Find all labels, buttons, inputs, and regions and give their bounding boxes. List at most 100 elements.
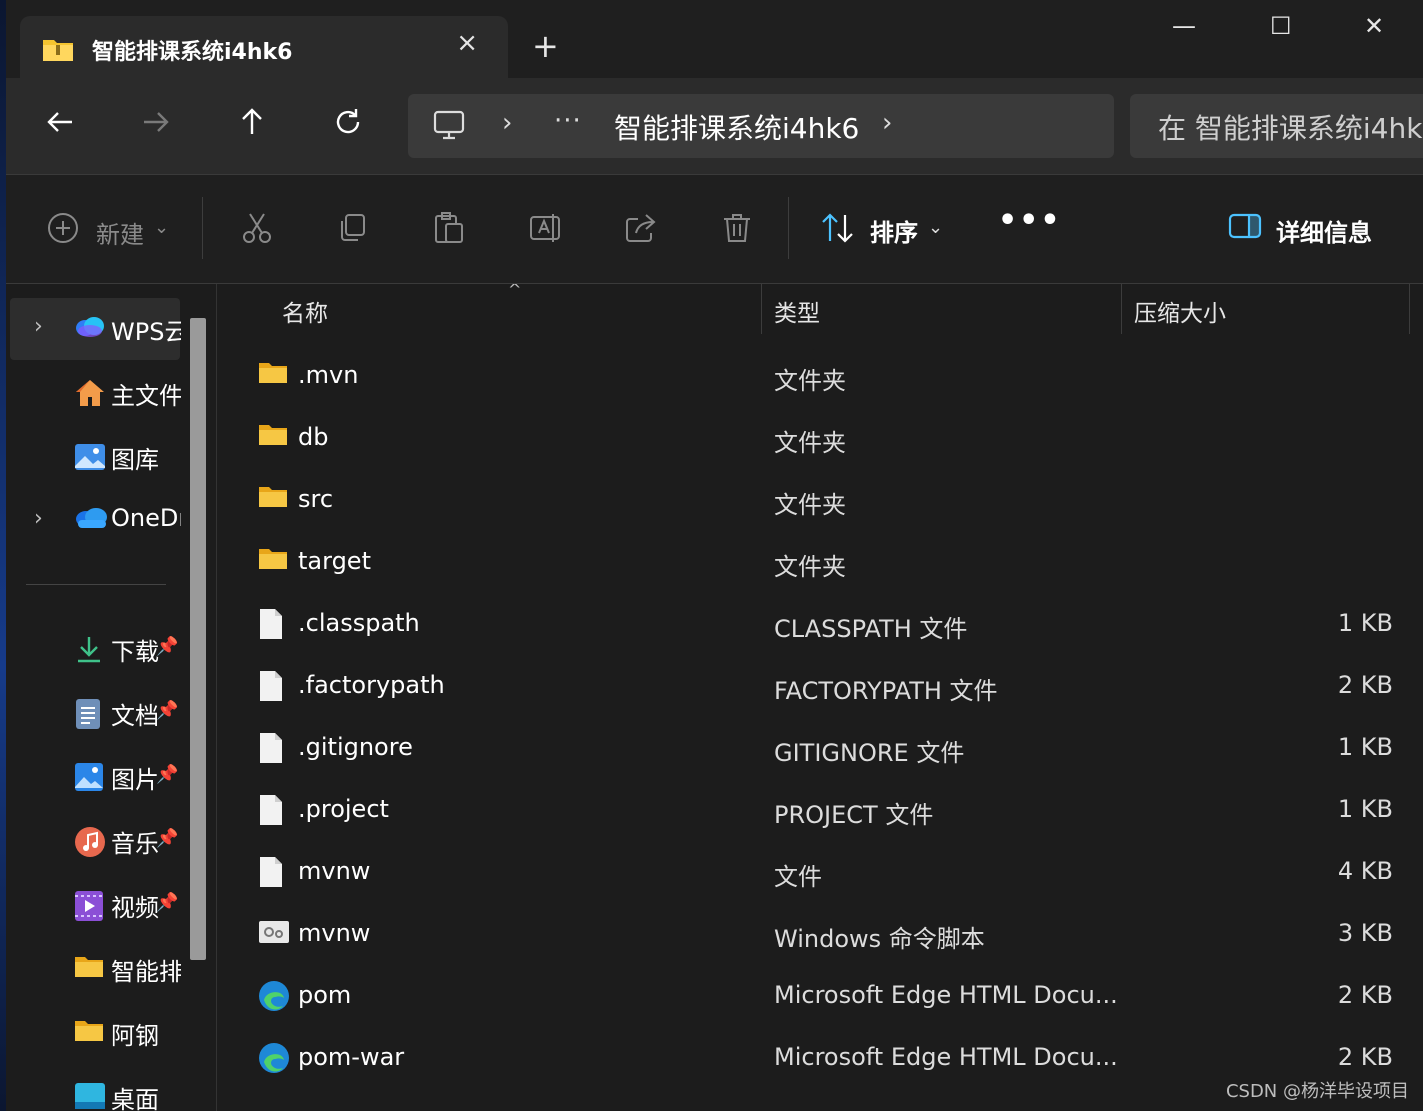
copy-icon[interactable]: [336, 211, 370, 249]
table-row[interactable]: db 文件夹: [218, 408, 1423, 470]
forward-arrow-icon[interactable]: [140, 106, 180, 146]
more-options-button[interactable]: •••: [998, 203, 1062, 238]
tab-title: 智能排课系统i4hk6: [92, 40, 293, 65]
file-type: Microsoft Edge HTML Docu...: [774, 1043, 1118, 1071]
tab-active[interactable]: 智能排课系统i4hk6 ×: [20, 16, 508, 78]
command-bar: 新建 ⌄ 排序 ⌄ ••• 详细信息: [6, 175, 1423, 283]
sort-icon[interactable]: [820, 211, 856, 249]
details-button[interactable]: 详细信息: [1276, 213, 1372, 248]
close-window-button[interactable]: ✕: [1364, 12, 1384, 40]
up-arrow-icon[interactable]: [236, 106, 276, 146]
sidebar-item-music[interactable]: 音乐 📌: [10, 810, 180, 872]
file-name: .gitignore: [298, 733, 413, 761]
new-button[interactable]: 新建: [96, 215, 144, 250]
maximize-button[interactable]: ☐: [1270, 12, 1292, 40]
new-plus-icon[interactable]: [46, 211, 80, 249]
sidebar-item-documents[interactable]: 文档 📌: [10, 682, 180, 744]
breadcrumb-chevron-icon[interactable]: ›: [882, 108, 892, 138]
file-size: 1 KB: [1337, 733, 1393, 761]
rename-icon[interactable]: [528, 211, 562, 249]
file-icon: [258, 794, 284, 830]
cut-icon[interactable]: [240, 211, 274, 249]
file-type: 文件: [774, 863, 822, 891]
sidebar-scrollbar[interactable]: [190, 318, 206, 960]
column-separator[interactable]: [1121, 284, 1122, 334]
file-icon: [258, 608, 284, 644]
back-arrow-icon[interactable]: [44, 106, 84, 146]
address-bar[interactable]: › ··· 智能排课系统i4hk6 ›: [408, 94, 1114, 158]
table-row[interactable]: target 文件夹: [218, 532, 1423, 594]
pane-divider[interactable]: [216, 284, 217, 1111]
file-name: mvnw: [298, 919, 371, 947]
download-icon: [74, 634, 104, 668]
sidebar-item-agang[interactable]: 阿钢: [10, 1002, 180, 1064]
pin-icon: 📌: [156, 764, 179, 785]
expand-chevron-icon[interactable]: ›: [34, 506, 43, 531]
file-icon: [258, 732, 284, 768]
file-name: pom-war: [298, 1043, 405, 1071]
minimize-button[interactable]: —: [1172, 12, 1196, 40]
chevron-down-icon[interactable]: ⌄: [154, 217, 169, 238]
sidebar-item-gallery[interactable]: 图库: [10, 426, 180, 488]
file-size: 2 KB: [1337, 671, 1393, 699]
chevron-down-icon[interactable]: ⌄: [928, 217, 943, 238]
sidebar-item-onedrive[interactable]: › OneDrive: [10, 490, 181, 552]
table-row[interactable]: src 文件夹: [218, 470, 1423, 532]
sidebar-item-home[interactable]: 主文件夹: [10, 362, 181, 424]
file-type: GITIGNORE 文件: [774, 739, 965, 767]
table-row[interactable]: .classpath CLASSPATH 文件 1 KB: [218, 594, 1423, 656]
new-tab-button[interactable]: +: [532, 26, 559, 66]
breadcrumb-chevron-icon[interactable]: ›: [502, 108, 512, 138]
share-icon[interactable]: [624, 211, 658, 249]
tab-close-icon[interactable]: ×: [456, 28, 478, 58]
refresh-icon[interactable]: [332, 106, 372, 146]
file-size: 2 KB: [1337, 981, 1393, 1009]
file-type: PROJECT 文件: [774, 801, 934, 829]
expand-chevron-icon[interactable]: ›: [34, 314, 43, 339]
sidebar-item-pictures[interactable]: 图片 📌: [10, 746, 180, 808]
folder-icon: [258, 360, 288, 388]
document-icon: [74, 698, 102, 734]
file-size: 1 KB: [1337, 609, 1393, 637]
table-row[interactable]: .mvn 文件夹: [218, 346, 1423, 408]
sidebar-item-project-folder[interactable]: 智能排课系统i4hk6: [10, 938, 181, 1000]
file-name: db: [298, 423, 329, 451]
column-header-name[interactable]: 名称: [282, 294, 328, 328]
file-type: 文件夹: [774, 429, 846, 457]
table-row[interactable]: mvnw 文件 4 KB: [218, 842, 1423, 904]
table-row[interactable]: .factorypath FACTORYPATH 文件 2 KB: [218, 656, 1423, 718]
sidebar-item-label: 智能排课系统i4hk6: [111, 958, 181, 986]
breadcrumb-current-folder[interactable]: 智能排课系统i4hk6: [614, 107, 859, 147]
sidebar-item-desktop[interactable]: 桌面: [10, 1066, 180, 1111]
folder-icon: [74, 1018, 104, 1046]
file-icon: [258, 856, 284, 892]
column-separator[interactable]: [1409, 284, 1410, 334]
sort-button[interactable]: 排序: [870, 213, 918, 248]
delete-icon[interactable]: [720, 211, 754, 249]
table-row[interactable]: .gitignore GITIGNORE 文件 1 KB: [218, 718, 1423, 780]
details-pane-icon[interactable]: [1228, 211, 1262, 245]
sidebar-item-wps-cloud[interactable]: › WPS云盘: [10, 298, 181, 360]
column-header-type[interactable]: 类型: [774, 294, 820, 328]
search-box[interactable]: 在 智能排课系统i4hk6 中搜索: [1130, 94, 1423, 158]
sidebar-divider: [26, 584, 166, 585]
sidebar-item-downloads[interactable]: 下载 📌: [10, 618, 180, 680]
file-name: .factorypath: [298, 671, 445, 699]
breadcrumb-overflow-button[interactable]: ···: [554, 106, 582, 136]
file-type: 文件夹: [774, 491, 846, 519]
column-header-compressed-size[interactable]: 压缩大小: [1134, 294, 1226, 328]
table-row[interactable]: mvnw Windows 命令脚本 3 KB: [218, 904, 1423, 966]
computer-icon[interactable]: [432, 108, 466, 146]
file-size: 3 KB: [1337, 919, 1393, 947]
table-row[interactable]: pom Microsoft Edge HTML Docu... 2 KB: [218, 966, 1423, 1028]
paste-icon[interactable]: [432, 211, 466, 249]
pin-icon: 📌: [156, 700, 179, 721]
script-icon: [258, 918, 290, 950]
file-name: mvnw: [298, 857, 371, 885]
music-icon: [74, 826, 106, 862]
file-type: CLASSPATH 文件: [774, 615, 968, 643]
table-row[interactable]: .project PROJECT 文件 1 KB: [218, 780, 1423, 842]
sidebar-item-videos[interactable]: 视频 📌: [10, 874, 180, 936]
column-separator[interactable]: [761, 284, 762, 334]
edge-icon: [258, 1042, 290, 1078]
